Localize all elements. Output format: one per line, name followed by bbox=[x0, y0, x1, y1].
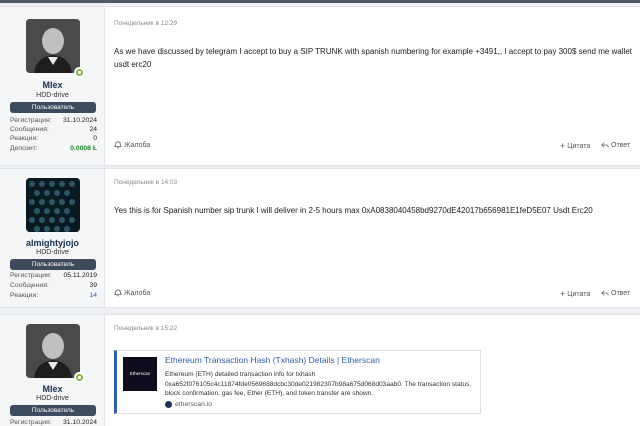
user-badge: Пользователь bbox=[10, 259, 96, 270]
stat-value: 0.0008 Ł bbox=[70, 145, 97, 152]
user-title: HDD-drive bbox=[36, 249, 69, 256]
user-badge: Пользователь bbox=[10, 405, 96, 416]
stat-registration: Регистрация: 05.11.2019 bbox=[10, 272, 97, 279]
user-info-panel: Mlex HDD-drive Пользователь Регистрация:… bbox=[0, 7, 105, 165]
link-preview-description: Ethereum (ETH) detailed transaction info… bbox=[165, 371, 472, 397]
user-badge: Пользователь bbox=[10, 102, 96, 113]
etherscan-logo-icon: Etherscan bbox=[123, 357, 157, 391]
post: Mlex HDD-drive Пользователь Регистрация:… bbox=[0, 6, 640, 166]
user-title: HDD-drive bbox=[36, 92, 69, 99]
avatar[interactable] bbox=[26, 19, 80, 73]
online-indicator-icon bbox=[74, 372, 85, 383]
post-date[interactable]: Понедельник в 12:29 bbox=[114, 20, 177, 27]
site-domain: etherscan.io bbox=[175, 401, 213, 408]
stat-label: Регистрация: bbox=[10, 117, 52, 124]
stat-reactions: Реакции: 0 bbox=[10, 135, 97, 142]
stat-label: Реакции: bbox=[10, 135, 39, 142]
stat-value: 31.10.2024 bbox=[62, 117, 97, 124]
online-indicator-icon bbox=[74, 67, 85, 78]
report-button[interactable]: Жалоба bbox=[114, 289, 150, 297]
quote-button[interactable]: + Цитата bbox=[560, 141, 590, 151]
reply-icon bbox=[601, 142, 609, 148]
user-title: HDD-drive bbox=[36, 395, 69, 402]
username[interactable]: Mlex bbox=[0, 384, 105, 394]
bell-icon bbox=[114, 289, 122, 297]
reply-button[interactable]: Ответ bbox=[601, 289, 630, 297]
stat-messages: Сообщения: 24 bbox=[10, 126, 97, 133]
stat-value: 31.10.2024 bbox=[62, 419, 97, 426]
avatar[interactable] bbox=[26, 324, 80, 378]
stat-label: Регистрация: bbox=[10, 272, 52, 279]
stat-value: 24 bbox=[89, 126, 97, 133]
plus-icon: + bbox=[560, 289, 566, 299]
top-bar bbox=[0, 0, 640, 3]
stat-label: Регистрация: bbox=[10, 419, 52, 426]
stat-reactions: Реакции: 14 bbox=[10, 292, 97, 299]
reply-button[interactable]: Ответ bbox=[601, 141, 630, 149]
quote-button[interactable]: + Цитата bbox=[560, 289, 590, 299]
report-label: Жалоба bbox=[124, 141, 151, 149]
post-date[interactable]: Понедельник в 15:22 bbox=[114, 325, 177, 332]
post: almightyjojo HDD-drive Пользователь Реги… bbox=[0, 168, 640, 308]
stat-value: 05.11.2019 bbox=[63, 272, 97, 279]
stat-registration: Регистрация: 31.10.2024 bbox=[10, 117, 97, 124]
stat-label: Депозит: bbox=[10, 145, 38, 152]
reply-icon bbox=[601, 290, 609, 296]
post-message: Yes this is for Spanish number sip trunk… bbox=[114, 206, 593, 215]
stat-value: 0 bbox=[93, 135, 97, 142]
report-label: Жалоба bbox=[124, 289, 151, 297]
quote-label: Цитата bbox=[567, 142, 591, 150]
bell-icon bbox=[114, 141, 122, 149]
site-favicon-icon bbox=[165, 401, 172, 408]
stat-deposit: Депозит: 0.0008 Ł bbox=[10, 145, 97, 152]
stat-value: 39 bbox=[89, 282, 97, 289]
post-date[interactable]: Понедельник в 14:03 bbox=[114, 179, 177, 186]
stat-label: Реакции: bbox=[10, 292, 39, 299]
stat-messages: Сообщения: 39 bbox=[10, 282, 97, 289]
stat-label: Сообщения: bbox=[10, 282, 49, 289]
link-preview-title[interactable]: Ethereum Transaction Hash (Txhash) Detai… bbox=[165, 355, 380, 365]
stat-label: Сообщения: bbox=[10, 126, 49, 133]
stat-value[interactable]: 14 bbox=[89, 292, 97, 299]
quote-label: Цитата bbox=[567, 290, 591, 298]
reply-label: Ответ bbox=[611, 141, 631, 149]
username[interactable]: Mlex bbox=[0, 80, 105, 90]
stat-registration: Регистрация: 31.10.2024 bbox=[10, 419, 97, 426]
reply-label: Ответ bbox=[611, 289, 631, 297]
plus-icon: + bbox=[560, 141, 566, 151]
post-message: As we have discussed by telegram I accep… bbox=[114, 47, 632, 69]
avatar[interactable] bbox=[26, 178, 80, 232]
user-info-panel: almightyjojo HDD-drive Пользователь Реги… bbox=[0, 169, 105, 307]
link-preview[interactable]: Etherscan Ethereum Transaction Hash (Txh… bbox=[114, 350, 481, 414]
report-button[interactable]: Жалоба bbox=[114, 141, 150, 149]
user-info-panel: Mlex HDD-drive Пользователь Регистрация:… bbox=[0, 315, 105, 426]
username[interactable]: almightyjojo bbox=[0, 238, 105, 248]
link-preview-site: etherscan.io bbox=[165, 401, 212, 408]
